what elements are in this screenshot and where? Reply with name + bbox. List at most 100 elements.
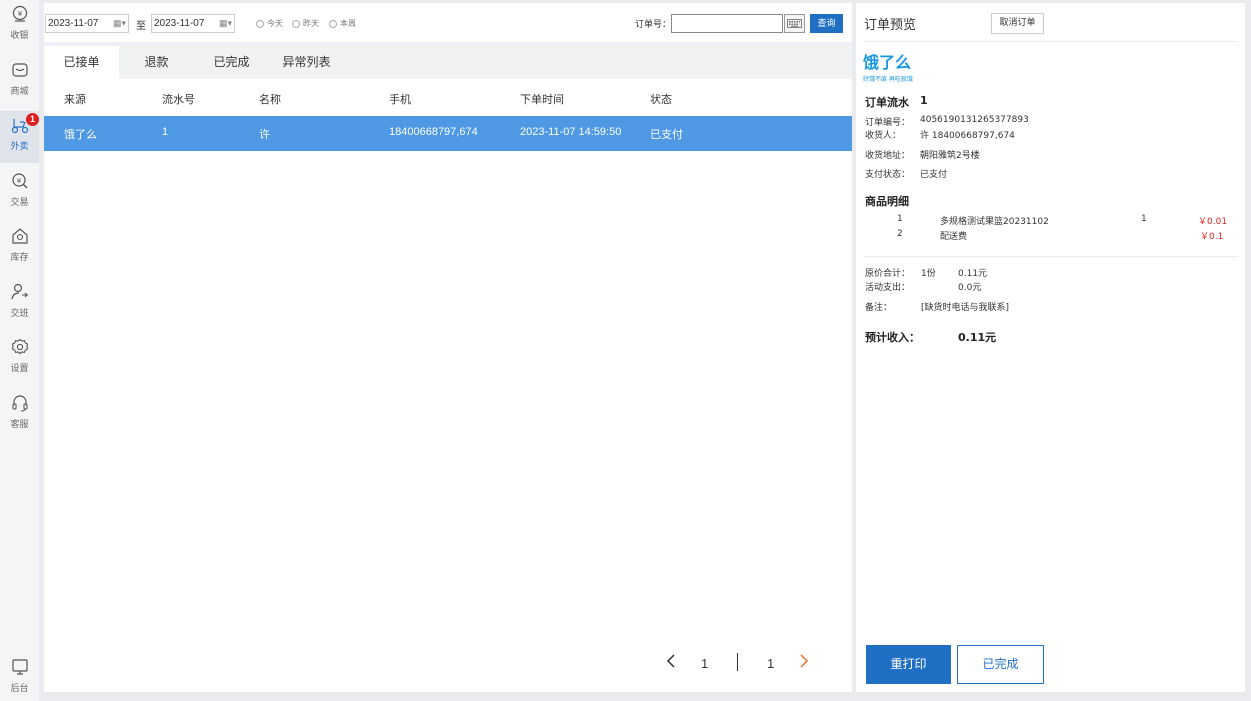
nav-transaction[interactable]: ¥ 交易 — [0, 167, 39, 219]
logo-name: 饿了么 — [863, 55, 912, 72]
keypad-button[interactable] — [784, 14, 805, 33]
keyboard-icon — [787, 19, 802, 28]
total-label: 原价合计： — [865, 269, 911, 279]
item-price: ￥0.01 — [1198, 217, 1228, 227]
address-label: 收货地址： — [865, 151, 911, 161]
column-header-name: 名称 — [259, 93, 281, 106]
preview-title: 订单预览 — [864, 18, 917, 33]
item-no: 2 — [897, 229, 903, 239]
cell-name: 许 — [259, 129, 270, 141]
item-name: 配送费 — [940, 232, 968, 242]
pay-status-value: 已支付 — [920, 170, 948, 180]
nav-shift[interactable]: 交班 — [0, 278, 39, 330]
receiver-value: 许 18400668797,674 — [920, 131, 1015, 141]
tab-accepted[interactable]: 已接单 — [44, 46, 119, 79]
calendar-icon: ▦▾ — [113, 18, 127, 28]
pagination: 1 1 — [44, 653, 852, 677]
nav-mall[interactable]: 商城 — [0, 56, 39, 108]
nav-label: 交易 — [10, 198, 29, 208]
nav-label: 设置 — [10, 364, 29, 374]
nav-label: 客服 — [10, 420, 29, 430]
radio-circle-icon — [292, 19, 300, 28]
prev-page-button[interactable] — [666, 653, 676, 672]
pay-status-label: 支付状态： — [865, 170, 911, 180]
cell-status: 已支付 — [650, 129, 683, 141]
item-price: ￥0.1 — [1200, 232, 1224, 242]
date-to-value: 2023-11-07 — [154, 18, 205, 29]
yen-search-icon: ¥ — [10, 171, 30, 191]
date-from-picker[interactable]: 2023-11-07 ▦▾ — [45, 14, 129, 33]
order-preview-panel: 订单预览 取消订单 饿了么 好饿不废 再吃就饿 订单流水 1 订单编号： 405… — [856, 3, 1245, 692]
svg-text:¥: ¥ — [16, 177, 21, 185]
total-value: 0.11元 — [958, 269, 988, 279]
mall-icon — [10, 60, 30, 80]
total-qty: 1份 — [921, 269, 936, 279]
reprint-button[interactable]: 重打印 — [866, 645, 951, 684]
flow-value: 1 — [920, 94, 928, 107]
next-page-button[interactable] — [799, 653, 809, 672]
query-button[interactable]: 查询 — [810, 14, 843, 33]
remark-value: [缺货时电话与我联系] — [921, 303, 1010, 313]
item-qty: 1 — [1141, 214, 1147, 224]
cell-order-time: 2023-11-07 14:59:50 — [520, 126, 622, 138]
divider — [864, 41, 1238, 42]
nav-label: 库存 — [10, 253, 29, 263]
order-no-value: 4056190131265377893 — [920, 115, 1029, 125]
total-pages: 1 — [767, 656, 775, 671]
cell-serial: 1 — [162, 126, 169, 138]
promo-value: 0.0元 — [958, 283, 982, 293]
order-no-input[interactable] — [671, 14, 783, 33]
nav-backend[interactable]: 后台 — [0, 653, 39, 701]
radio-circle-icon — [256, 19, 264, 28]
order-tabs: 已接单 退款 已完成 异常列表 — [44, 46, 852, 79]
cancel-order-button[interactable]: 取消订单 — [991, 13, 1044, 34]
svg-text:¥: ¥ — [17, 10, 22, 18]
nav-inventory[interactable]: 库存 — [0, 222, 39, 274]
income-label: 预计收入： — [865, 331, 920, 344]
order-no-label: 订单号： — [635, 20, 672, 30]
column-header-status: 状态 — [650, 93, 672, 106]
column-header-order-time: 下单时间 — [520, 93, 564, 106]
chevron-right-icon — [800, 654, 809, 668]
cell-phone: 18400668797,674 — [389, 126, 478, 138]
address-value: 朝阳雅筑2号楼 — [920, 151, 980, 161]
monitor-icon — [10, 657, 30, 677]
promo-label: 活动支出： — [865, 283, 911, 293]
tab-exceptions[interactable]: 异常列表 — [269, 46, 344, 79]
item-name: 多规格测试果篮20231102 — [940, 217, 1049, 227]
order-no-label: 订单编号： — [865, 118, 911, 128]
radio-label: 本周 — [340, 19, 356, 28]
item-no: 1 — [897, 214, 903, 224]
date-from-value: 2023-11-07 — [48, 18, 99, 29]
logo-slogan: 好饿不废 再吃就饿 — [863, 76, 913, 83]
eleme-logo: 饿了么 好饿不废 再吃就饿 — [863, 55, 913, 83]
nav-settings[interactable]: 设置 — [0, 333, 39, 385]
divider — [864, 256, 1238, 257]
nav-label: 外卖 — [10, 142, 29, 152]
nav-service[interactable]: 客服 — [0, 389, 39, 441]
items-title: 商品明细 — [865, 195, 909, 208]
nav-takeout[interactable]: 1 外卖 — [0, 111, 39, 163]
tab-refund[interactable]: 退款 — [119, 46, 194, 79]
cashier-icon: ¥ — [10, 4, 30, 24]
tab-completed[interactable]: 已完成 — [194, 46, 269, 79]
radio-this-week[interactable]: 本周 — [329, 18, 356, 29]
nav-label: 商城 — [10, 87, 29, 97]
page-divider — [737, 653, 738, 671]
complete-button[interactable]: 已完成 — [957, 645, 1044, 684]
chevron-left-icon — [666, 654, 675, 668]
inventory-icon — [10, 226, 30, 246]
date-range-separator: 至 — [136, 21, 146, 32]
radio-circle-icon — [329, 19, 337, 28]
radio-today[interactable]: 今天 — [256, 18, 283, 29]
column-header-phone: 手机 — [389, 93, 411, 106]
nav-cashier[interactable]: ¥ 收银 — [0, 0, 39, 52]
table-row[interactable]: 饿了么 1 许 18400668797,674 2023-11-07 14:59… — [44, 116, 852, 151]
table-header: 来源 流水号 名称 手机 下单时间 状态 — [44, 79, 852, 116]
date-to-picker[interactable]: 2023-11-07 ▦▾ — [151, 14, 235, 33]
remark-label: 备注： — [865, 303, 893, 313]
receiver-label: 收货人： — [865, 131, 902, 141]
nav-label: 收银 — [10, 31, 29, 41]
gear-icon — [10, 337, 30, 357]
radio-yesterday[interactable]: 昨天 — [292, 18, 319, 29]
